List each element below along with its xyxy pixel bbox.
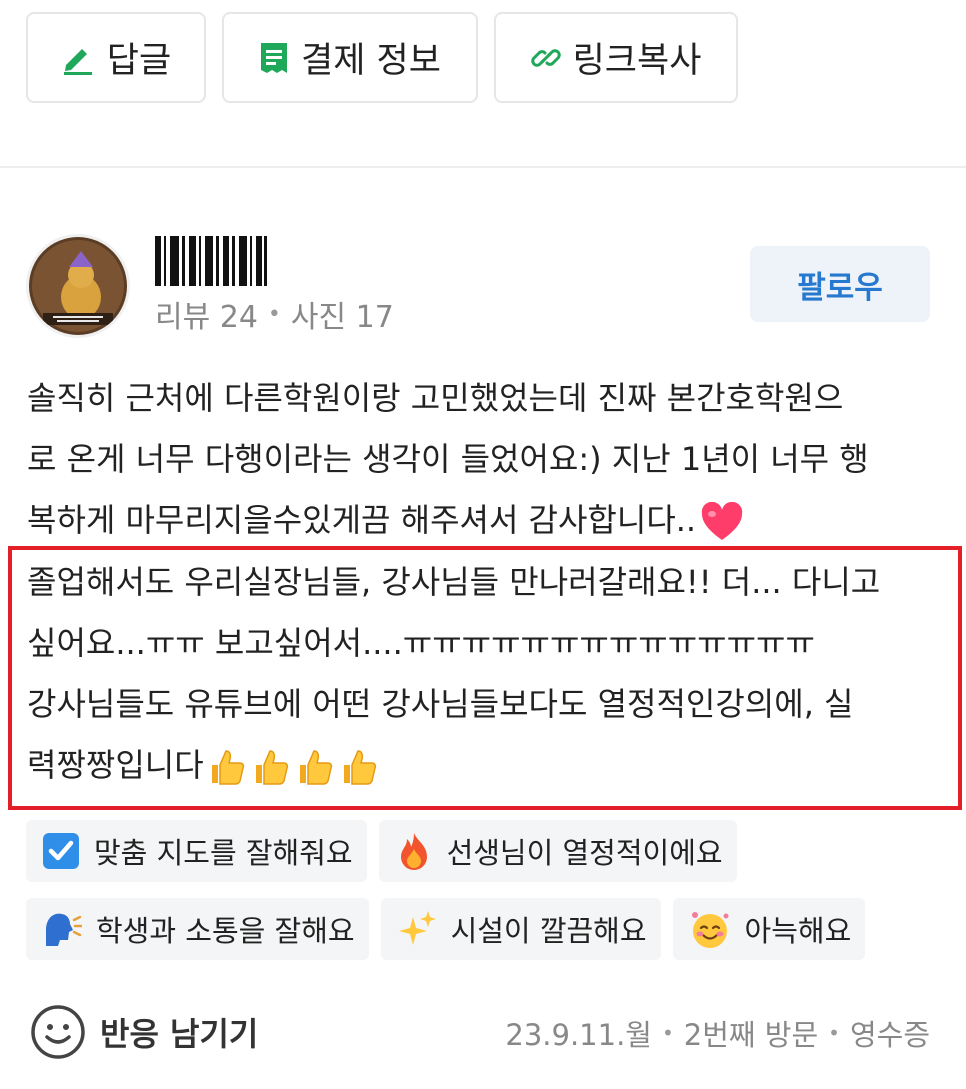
fire-icon	[400, 833, 427, 870]
leave-reaction-label: 반응 남기기	[100, 1015, 259, 1053]
thumbs-up-icons	[206, 747, 378, 787]
speaking-head-icon	[46, 913, 82, 946]
tag-label: 아늑해요	[744, 914, 852, 948]
reply-label: 답글	[106, 41, 172, 81]
payment-info-label: 결제 정보	[301, 41, 441, 81]
meta-separator: •	[828, 1021, 840, 1045]
visit-count: 2번째 방문	[683, 1018, 819, 1052]
tag-label: 학생과 소통을 잘해요	[96, 914, 355, 948]
review-line: 복하게 마무리지을수있게끔 해주셔서 감사합니다..	[27, 490, 937, 551]
tag-label: 맞춤 지도를 잘해줘요	[94, 836, 353, 870]
keyword-tags: 맞춤 지도를 잘해줘요 선생님이 열정적이에요 학생과 소통을 잘해요 시설이 …	[26, 820, 946, 976]
payment-info-button[interactable]: 결제 정보	[222, 12, 478, 103]
pencil-icon	[63, 48, 92, 75]
tag-label: 선생님이 열정적이에요	[446, 836, 723, 870]
review-line: 로 온게 너무 다행이라는 생각이 들었어요:) 지난 1년이 너무 행	[27, 440, 869, 478]
tag-item: 선생님이 열정적이에요	[378, 820, 737, 882]
stat-separator: •	[267, 301, 281, 327]
follow-button[interactable]: 팔로우	[750, 246, 930, 322]
tag-item: 아늑해요	[672, 898, 866, 960]
review-line: 강사님들도 유튜브에 어떤 강사님들보다도 열정적인강의에, 실	[27, 685, 854, 723]
visit-meta: 23.9.11.월 • 2번째 방문 • 영수증	[505, 1012, 930, 1054]
sparkles-icon	[398, 911, 436, 945]
tag-item: 시설이 깔끔해요	[380, 898, 661, 960]
thumbs-up-icon	[211, 750, 244, 785]
thumbs-up-icon	[255, 750, 288, 785]
meta-separator: •	[661, 1021, 674, 1045]
highlighted-review: 졸업해서도 우리실장님들, 강사님들 만나러갈래요!! 더... 다니고 싶어요…	[27, 552, 947, 796]
copy-link-button[interactable]: 링크복사	[494, 12, 738, 103]
reviewer-stats: 리뷰 24 • 사진 17	[155, 292, 394, 336]
review-count: 리뷰 24	[155, 300, 258, 335]
thumbs-up-icon	[299, 750, 332, 785]
leave-reaction-button[interactable]: 반응 남기기	[30, 1004, 258, 1060]
copy-link-label: 링크복사	[572, 41, 702, 81]
review-line: 솔직히 근처에 다른학원이랑 고민했었는데 진짜 본간호학원으	[27, 379, 844, 417]
link-icon	[530, 48, 561, 67]
tag-item: 맞춤 지도를 잘해줘요	[26, 820, 367, 882]
check-box-icon	[43, 833, 79, 869]
tag-label: 시설이 깔끔해요	[450, 914, 647, 948]
review-actions: 답글 결제 정보 링크복사	[26, 12, 738, 103]
smiley-icon	[31, 1005, 85, 1059]
receipt-icon	[261, 42, 288, 73]
avatar[interactable]	[26, 234, 130, 338]
reply-button[interactable]: 답글	[26, 12, 206, 103]
heart-icon	[701, 501, 743, 540]
section-divider	[0, 166, 966, 168]
review-body: 솔직히 근처에 다른학원이랑 고민했었는데 진짜 본간호학원으 로 온게 너무 …	[27, 368, 937, 551]
photo-count: 사진 17	[290, 300, 394, 335]
tag-item: 학생과 소통을 잘해요	[26, 898, 369, 960]
smiling-face-icon	[691, 912, 729, 948]
review-line: 싶어요...ㅠㅠ 보고싶어서....ㅠㅠㅠㅠㅠㅠㅠㅠㅠㅠㅠㅠㅠㅠ	[27, 624, 815, 662]
redacted-username	[155, 236, 267, 290]
visit-date: 23.9.11.월	[505, 1018, 652, 1052]
receipt-label: 영수증	[849, 1018, 930, 1052]
review-line: 력짱짱입니다	[27, 735, 947, 796]
thumbs-up-icon	[343, 750, 376, 785]
review-line: 졸업해서도 우리실장님들, 강사님들 만나러갈래요!! 더... 다니고	[27, 563, 881, 601]
